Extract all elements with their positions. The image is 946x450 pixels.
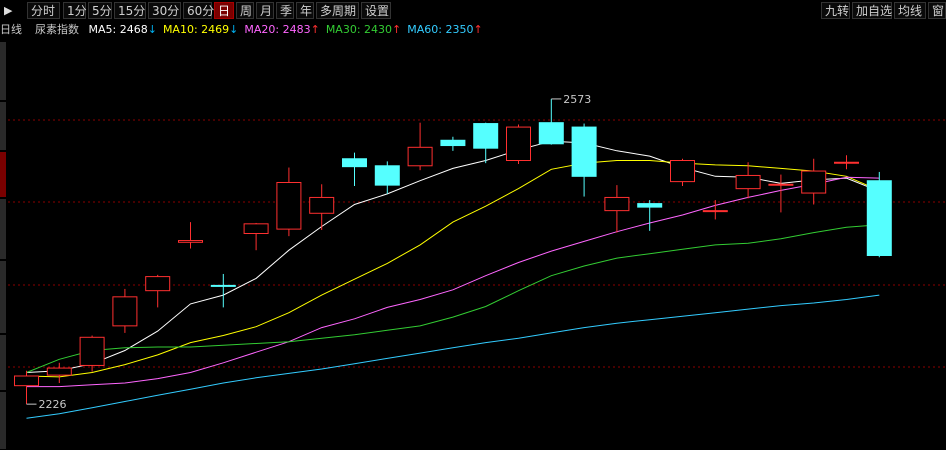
high-label: 2573	[563, 93, 591, 106]
candle-body-up	[178, 240, 203, 243]
candle-body-down	[473, 123, 499, 149]
candle-body-up	[46, 367, 72, 376]
low-label: 2226	[39, 398, 67, 411]
candle-body-up	[768, 183, 794, 186]
candle-body-up	[79, 336, 105, 366]
candle-body-up	[407, 146, 433, 167]
candle-body-up	[604, 196, 630, 212]
kline-chart[interactable]: 2573 2226	[0, 0, 946, 449]
candle-body-up	[14, 375, 39, 387]
candle-body-down	[440, 139, 466, 147]
candle-body-up	[834, 161, 859, 164]
candle-body-down	[210, 284, 236, 287]
candle-body-down	[866, 180, 892, 256]
candle-body-up	[309, 196, 335, 214]
candle-body-down	[342, 158, 367, 168]
candle-body-up	[735, 174, 761, 190]
ma-line-ma30	[26, 224, 880, 373]
ma-line-ma60	[26, 294, 880, 419]
candle-body-down	[374, 165, 400, 186]
candle-body-up	[112, 296, 138, 327]
candle-body-down	[571, 126, 597, 177]
candle-body-up	[801, 170, 827, 194]
candle-body-up	[670, 160, 695, 183]
candle-body-up	[145, 276, 171, 292]
candle-body-up	[506, 126, 531, 162]
candle-body-up	[276, 181, 302, 230]
ma-line-ma10	[26, 160, 880, 378]
candle-body-up	[243, 223, 269, 235]
candle-body-up	[702, 210, 728, 213]
candle-body-down	[538, 122, 564, 145]
candle-body-down	[637, 203, 663, 208]
